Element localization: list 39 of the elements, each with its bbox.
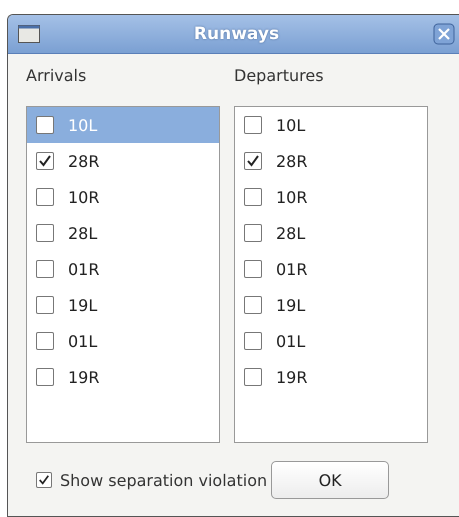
list-label: Departures <box>234 66 325 87</box>
runway-item[interactable]: 01R <box>235 251 427 287</box>
checkbox[interactable] <box>36 332 54 350</box>
runway-item[interactable]: 01L <box>235 323 427 359</box>
runway-item[interactable]: 10R <box>235 179 427 215</box>
checkbox[interactable] <box>244 260 262 278</box>
runway-item[interactable]: 01R <box>27 251 219 287</box>
runway-item[interactable]: 28R <box>235 143 427 179</box>
checkbox[interactable] <box>244 332 262 350</box>
window-icon[interactable] <box>18 25 40 43</box>
runway-item[interactable]: 01L <box>27 323 219 359</box>
checkbox[interactable] <box>244 296 262 314</box>
window-title: Runways <box>192 24 280 44</box>
checkbox[interactable] <box>244 368 262 386</box>
checkbox[interactable] <box>244 224 262 242</box>
runway-item[interactable]: 28R <box>27 143 219 179</box>
checkbox[interactable] <box>36 260 54 278</box>
checkbox[interactable] <box>36 152 54 170</box>
runway-item[interactable]: 28L <box>235 215 427 251</box>
runway-item[interactable]: 19R <box>235 359 427 395</box>
list-label: Arrivals <box>26 66 88 87</box>
runway-item[interactable]: 10L <box>235 107 427 143</box>
checkbox[interactable] <box>36 368 54 386</box>
checkbox[interactable] <box>244 188 262 206</box>
checkbox[interactable] <box>244 116 262 134</box>
checkbox[interactable] <box>36 472 52 488</box>
checkbox[interactable] <box>36 224 54 242</box>
runway-item[interactable]: 19L <box>235 287 427 323</box>
checkbox[interactable] <box>36 188 54 206</box>
runway-item[interactable]: 28L <box>27 215 219 251</box>
runway-item[interactable]: 10R <box>27 179 219 215</box>
show-violations-checkbox[interactable]: Show separation violation <box>26 470 268 490</box>
runway-item[interactable]: 19R <box>27 359 219 395</box>
checkbox[interactable] <box>244 152 262 170</box>
ok-button[interactable]: OK <box>271 461 390 499</box>
runway-item[interactable]: 19L <box>27 287 219 323</box>
close-icon[interactable] <box>433 23 455 45</box>
checkbox[interactable] <box>36 296 54 314</box>
checkbox[interactable] <box>36 116 54 134</box>
